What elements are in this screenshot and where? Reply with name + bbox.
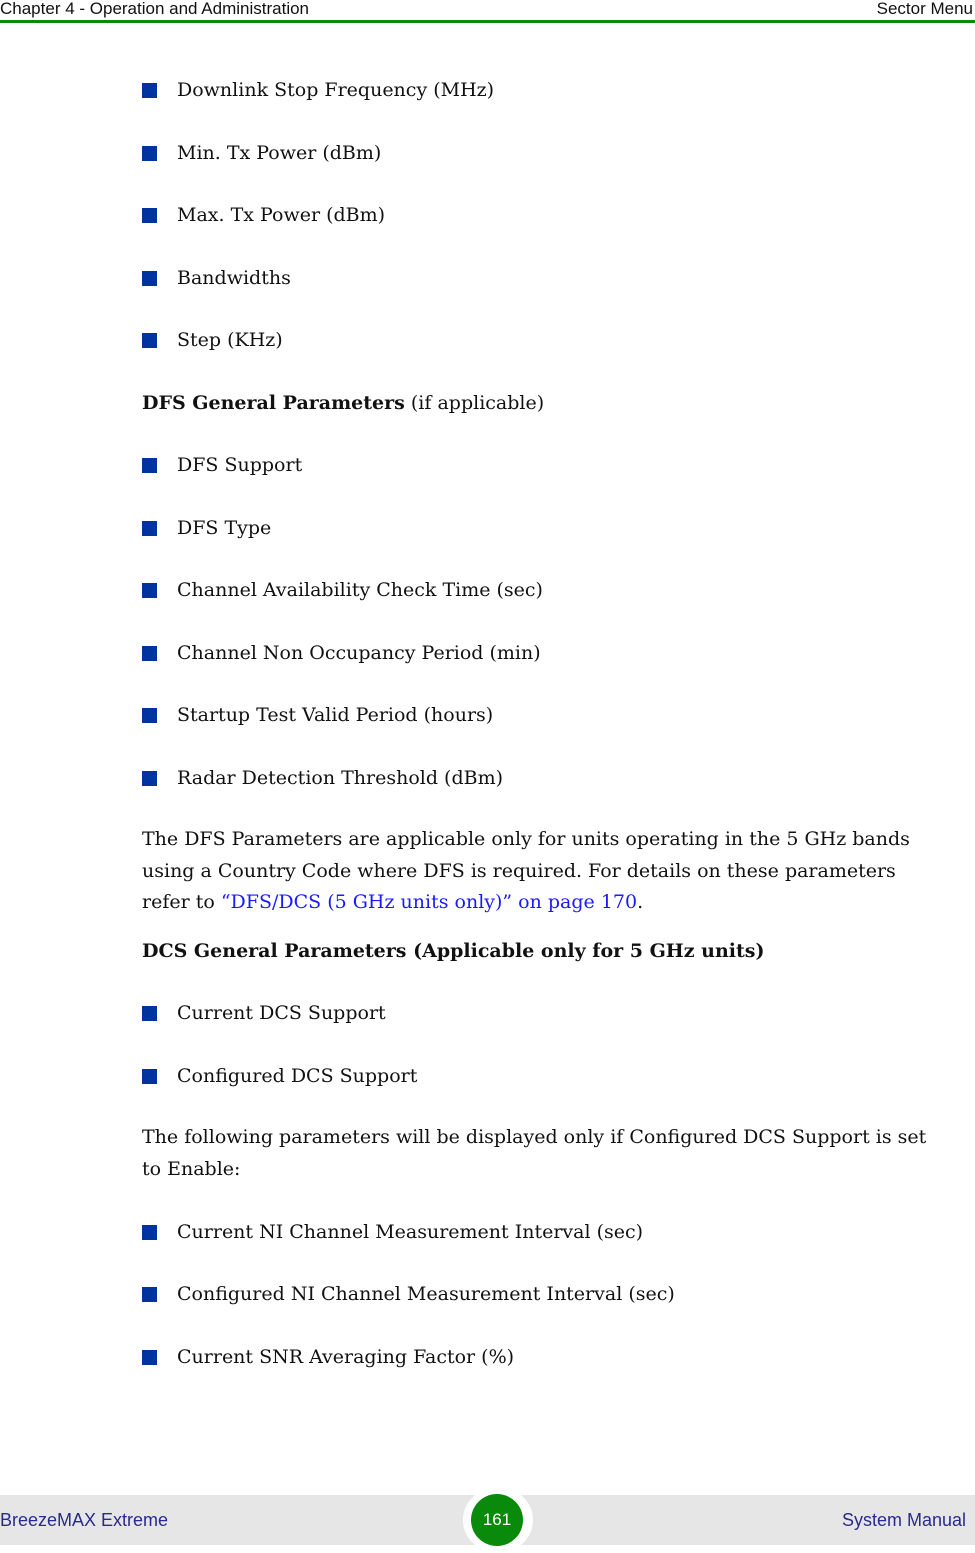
- paragraph-line: using a Country Code where DFS is requir…: [142, 859, 896, 882]
- page-header: Chapter 4 - Operation and Administration…: [0, 0, 975, 22]
- bullet-square-icon: [142, 333, 157, 348]
- bullet-square-icon: [142, 458, 157, 473]
- page-number-badge: 161: [471, 1494, 523, 1546]
- chapter-title: Chapter 4 - Operation and Administration: [0, 0, 310, 18]
- link-suffix: .: [637, 891, 644, 913]
- bullet-square-icon: [142, 1006, 157, 1021]
- paragraph-line: refer to “DFS/DCS (5 GHz units only)” on…: [142, 887, 972, 919]
- bullet-square-icon: [142, 771, 157, 786]
- bullet-square-icon: [142, 1287, 157, 1302]
- bullet-square-icon: [142, 708, 157, 723]
- bullet-square-icon: [142, 1350, 157, 1365]
- header-rule: [0, 20, 975, 23]
- bullet-square-icon: [142, 1225, 157, 1240]
- bullet-square-icon: [142, 83, 157, 98]
- document-type: System Manual: [841, 1510, 966, 1530]
- dcs-note-paragraph: The following parameters will be display…: [142, 1122, 972, 1185]
- dfs-section-heading: DFS General Parameters (if applicable): [142, 391, 544, 415]
- product-name: BreezeMAX Extreme: [0, 1510, 169, 1530]
- dfs-heading-bold: DFS General Parameters: [142, 392, 405, 414]
- paragraph-line: to Enable:: [142, 1157, 241, 1180]
- section-title: Sector Menu: [876, 0, 973, 18]
- bullet-square-icon: [142, 1069, 157, 1084]
- dfs-heading-note: (if applicable): [404, 392, 545, 414]
- paragraph-line: The following parameters will be display…: [142, 1126, 927, 1148]
- dfs-dcs-cross-reference-link[interactable]: “DFS/DCS (5 GHz units only)” on page 170: [221, 891, 637, 913]
- bullet-square-icon: [142, 271, 157, 286]
- page-footer: BreezeMAX Extreme 161 System Manual: [0, 1487, 975, 1553]
- bullet-square-icon: [142, 208, 157, 223]
- dcs-heading-bold: DCS General Parameters (Applicable only …: [142, 940, 765, 962]
- link-prefix: refer to: [142, 891, 221, 913]
- bullet-square-icon: [142, 146, 157, 161]
- dfs-note-paragraph: The DFS Parameters are applicable only f…: [142, 824, 972, 919]
- bullet-square-icon: [142, 521, 157, 536]
- dcs-section-heading: DCS General Parameters (Applicable only …: [142, 939, 764, 963]
- bullet-square-icon: [142, 583, 157, 598]
- paragraph-line: The DFS Parameters are applicable only f…: [142, 828, 910, 850]
- bullet-square-icon: [142, 646, 157, 661]
